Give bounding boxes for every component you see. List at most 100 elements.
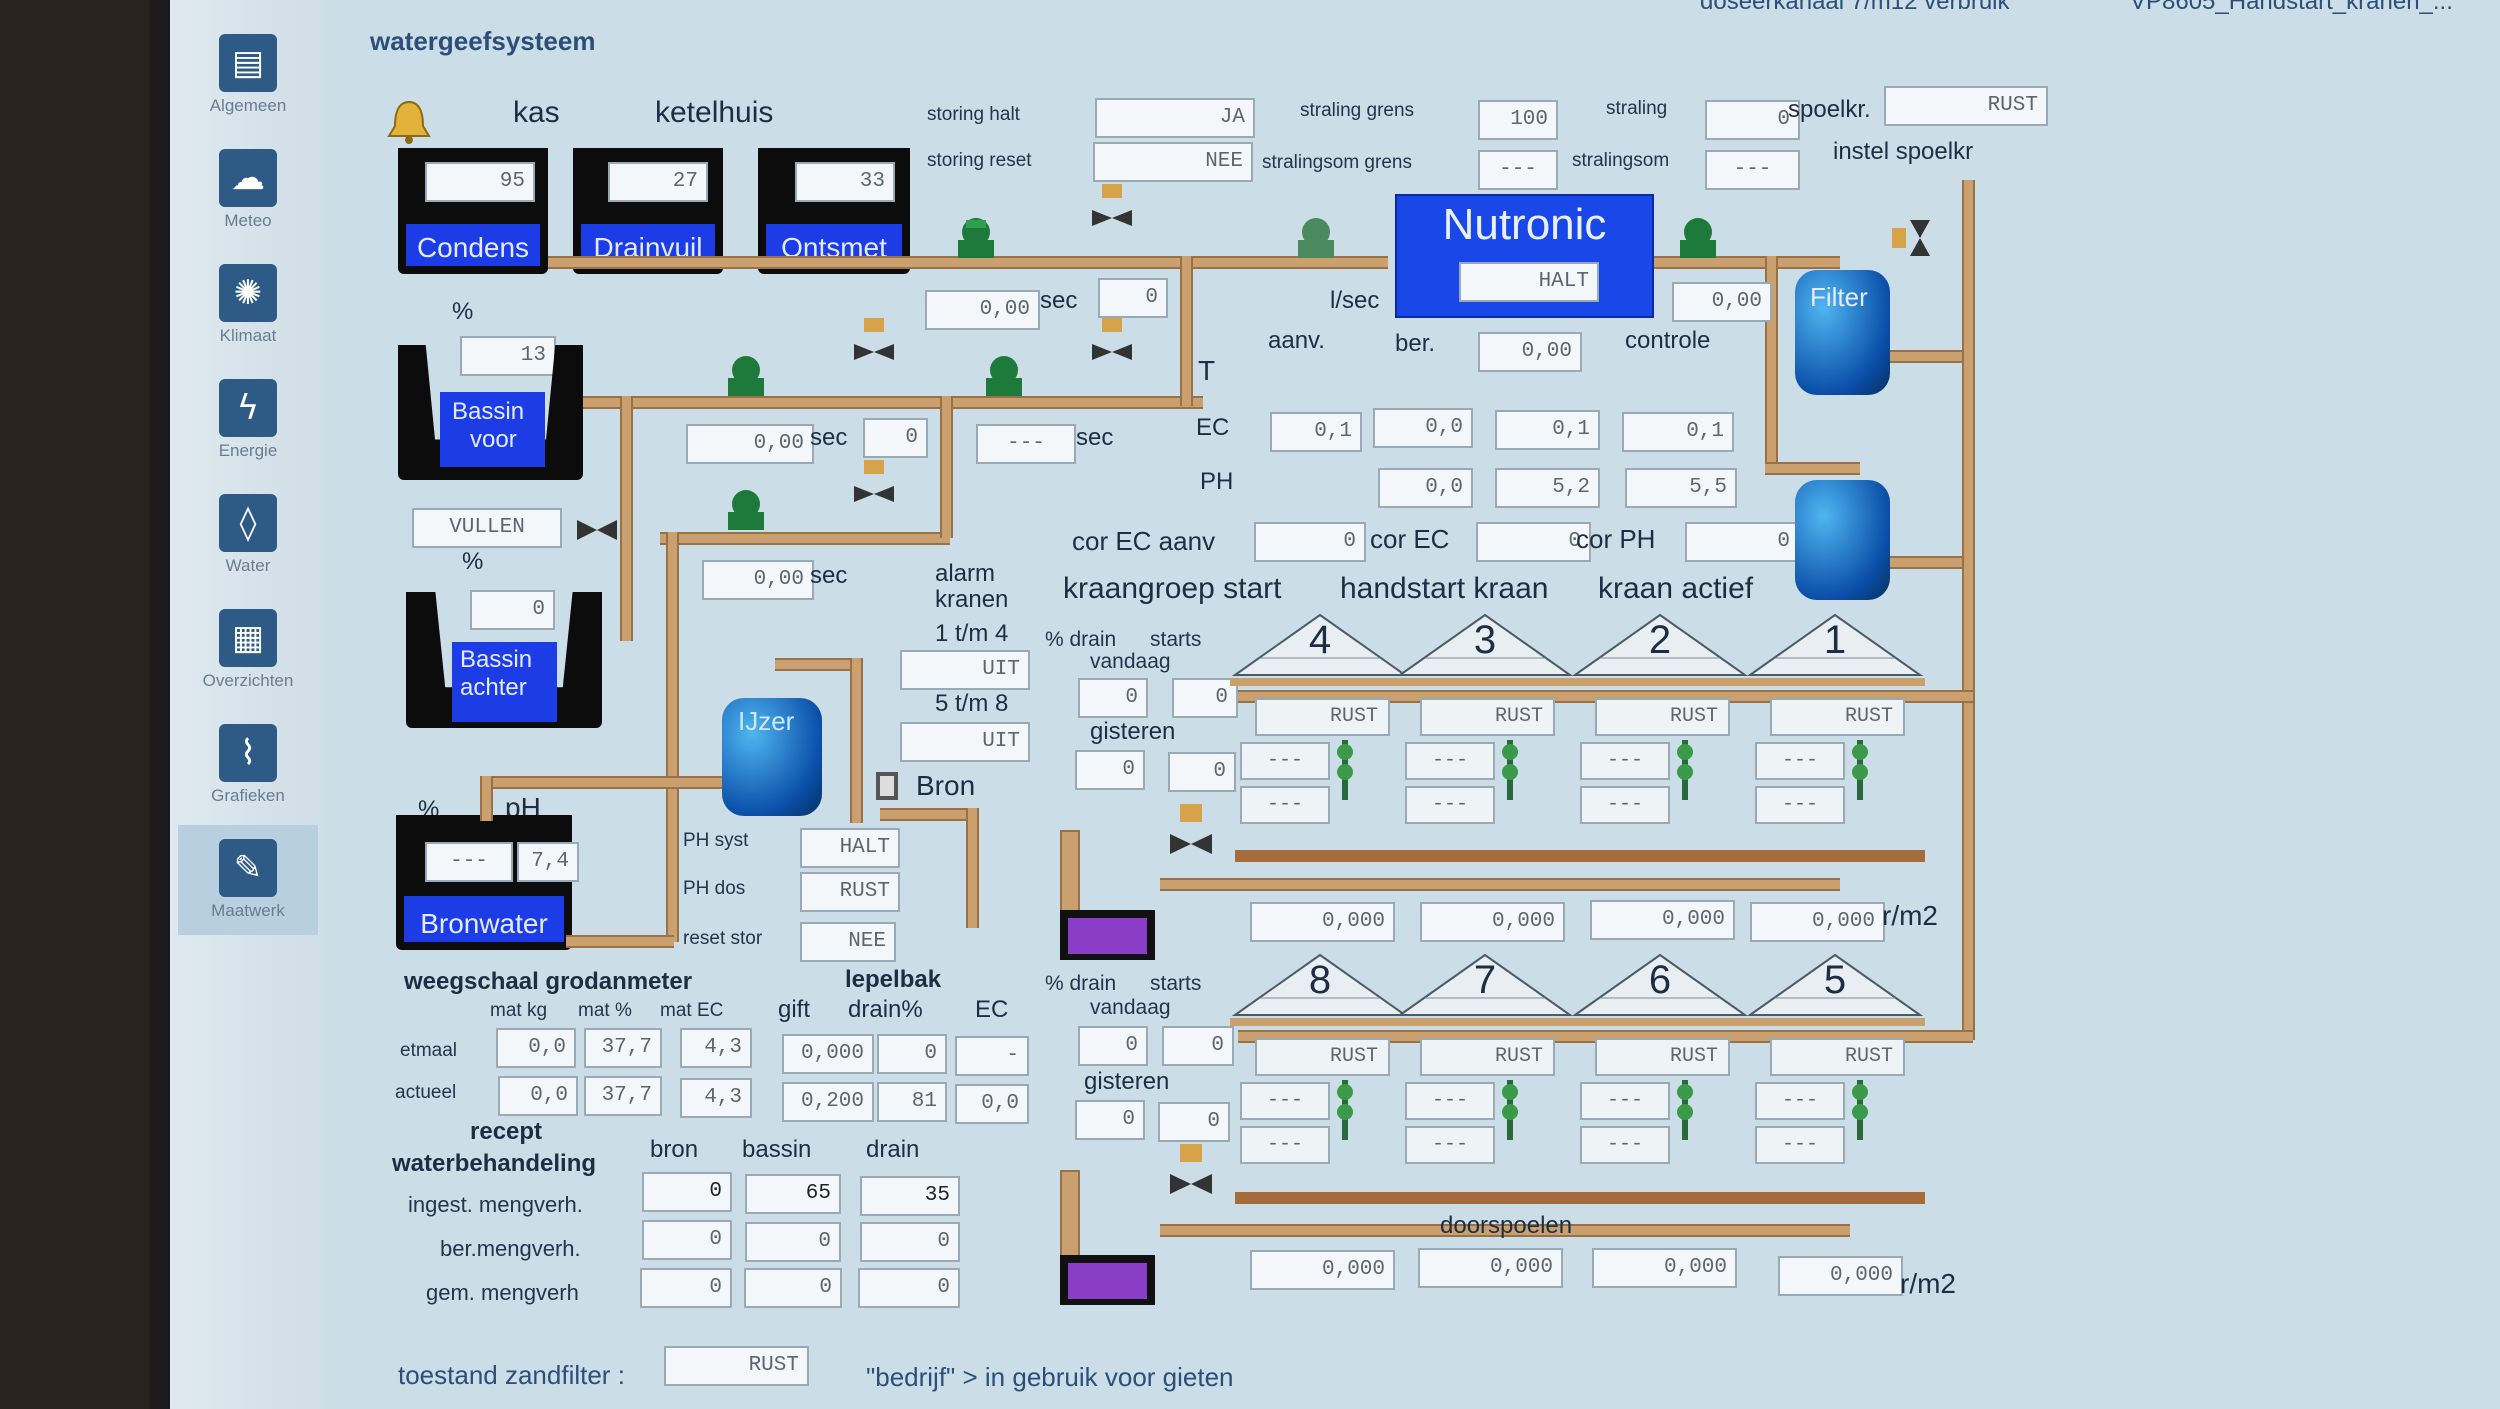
sidebar-item-meteo[interactable]: ☁ Meteo [178, 135, 318, 245]
greenhouse[interactable]: 5 RUST --- --- [1745, 950, 1925, 1220]
ph-field[interactable]: 5,2 [1495, 468, 1600, 508]
pump-station-bottom[interactable] [1060, 1170, 1155, 1305]
kraan-total-field[interactable]: 0,000 [1592, 1248, 1737, 1288]
valve-icon[interactable] [852, 318, 896, 362]
recept-drain-field[interactable]: 35 [860, 1176, 960, 1216]
greenhouse[interactable]: 7 RUST --- --- [1395, 950, 1575, 1220]
stralingsom-grens-field[interactable]: --- [1478, 150, 1558, 190]
kraan-field[interactable]: --- [1755, 1082, 1845, 1120]
kraan-field[interactable]: --- [1240, 742, 1330, 780]
greenhouse[interactable]: 4 RUST --- --- [1230, 610, 1410, 880]
nutronic-unit[interactable]: Nutronic HALT [1395, 194, 1654, 318]
pump-icon[interactable] [950, 212, 1002, 264]
kraan-field[interactable]: --- [1755, 1126, 1845, 1164]
ec-aanv-field[interactable]: 0,1 [1270, 412, 1362, 452]
ec-field[interactable]: 0,1 [1622, 412, 1734, 452]
drainvuil-level-field[interactable]: 27 [608, 162, 708, 202]
ec-field[interactable]: 0,1 [1495, 410, 1600, 450]
valve-icon[interactable] [1168, 1144, 1214, 1200]
valve-icon[interactable] [852, 460, 896, 504]
flow-field[interactable]: 0,00 [686, 424, 814, 464]
pump-icon[interactable] [1672, 212, 1724, 264]
pump-icon[interactable] [720, 484, 772, 536]
starts-vandaag-field[interactable]: 0 [1172, 678, 1238, 718]
pump-icon[interactable] [872, 768, 904, 804]
kraan-total-field[interactable]: 0,000 [1420, 902, 1565, 942]
kraan-field[interactable]: --- [1240, 1126, 1330, 1164]
drain-gisteren-field[interactable]: 0 [1075, 1100, 1145, 1140]
alarm-1-4-field[interactable]: UIT [900, 650, 1030, 690]
pump-station-top[interactable] [1060, 830, 1155, 960]
recept-bassin-field[interactable]: 65 [745, 1174, 841, 1214]
stralingsom-field[interactable]: --- [1705, 150, 1800, 190]
kraan-status-field[interactable]: RUST [1595, 1038, 1730, 1076]
kraan-status-field[interactable]: RUST [1770, 1038, 1905, 1076]
zandfilter-field[interactable]: RUST [664, 1346, 809, 1386]
kraan-total-field[interactable]: 0,000 [1750, 902, 1885, 942]
kraan-status-field[interactable]: RUST [1770, 698, 1905, 736]
ph-syst-field[interactable]: HALT [800, 828, 900, 868]
flow-field[interactable]: 0,00 [702, 560, 814, 600]
kraan-field[interactable]: --- [1755, 742, 1845, 780]
greenhouse[interactable]: 2 RUST --- --- [1570, 610, 1750, 880]
kraan-status-field[interactable]: RUST [1255, 698, 1390, 736]
straling-field[interactable]: 0 [1705, 100, 1800, 140]
bassin-voor-level-field[interactable]: 13 [460, 336, 556, 376]
valve-icon[interactable] [1168, 804, 1214, 860]
sidebar-item-algemeen[interactable]: ▤ Algemeen [178, 20, 318, 130]
ec-ber-field[interactable]: 0,0 [1373, 408, 1473, 448]
sidebar-item-energie[interactable]: ϟ Energie [178, 365, 318, 475]
bronwater-level-field[interactable]: --- [425, 842, 513, 882]
kraan-field[interactable]: --- [1405, 786, 1495, 824]
valve-icon[interactable] [575, 508, 619, 552]
kraan-total-field[interactable]: 0,000 [1250, 1250, 1395, 1290]
ph-ber-field[interactable]: 0,0 [1378, 468, 1473, 508]
starts-gisteren-field[interactable]: 0 [1168, 752, 1236, 792]
valve-icon[interactable] [1090, 184, 1134, 228]
starts-vandaag-field[interactable]: 0 [1162, 1026, 1234, 1066]
flow-field[interactable]: 0 [1098, 278, 1168, 318]
storing-halt-select[interactable]: JA [1095, 98, 1255, 138]
cor-ec-aanv-field[interactable]: 0 [1254, 522, 1366, 562]
kraan-field[interactable]: --- [1405, 1082, 1495, 1120]
sidebar-item-klimaat[interactable]: ✺ Klimaat [178, 250, 318, 360]
kraan-field[interactable]: --- [1580, 1082, 1670, 1120]
flow-field[interactable]: 0 [863, 418, 928, 458]
sidebar-item-water[interactable]: ◊ Water [178, 480, 318, 590]
greenhouse[interactable]: 1 RUST --- --- [1745, 610, 1925, 880]
kraan-status-field[interactable]: RUST [1420, 698, 1555, 736]
recept-bron-field[interactable]: 0 [642, 1172, 732, 1212]
ontsmet-level-field[interactable]: 33 [795, 162, 895, 202]
kraan-status-field[interactable]: RUST [1255, 1038, 1390, 1076]
kraan-field[interactable]: --- [1240, 1082, 1330, 1120]
nutronic-status-field[interactable]: HALT [1459, 262, 1599, 302]
sidebar-item-overzichten[interactable]: ▦ Overzichten [178, 595, 318, 705]
tank-icon[interactable] [1795, 480, 1890, 600]
kraan-field[interactable]: --- [1755, 786, 1845, 824]
bell-icon[interactable] [385, 98, 433, 146]
cor-ec-field[interactable]: 0 [1476, 522, 1591, 562]
kraan-total-field[interactable]: 0,000 [1778, 1256, 1903, 1296]
straling-grens-field[interactable]: 100 [1478, 100, 1558, 140]
sidebar-item-maatwerk[interactable]: ✎ Maatwerk [178, 825, 318, 935]
valve-icon[interactable] [1890, 216, 1934, 260]
kraan-total-field[interactable]: 0,000 [1590, 900, 1735, 940]
kraan-field[interactable]: --- [1405, 1126, 1495, 1164]
controle-field[interactable]: 0,00 [1672, 282, 1772, 322]
kraan-status-field[interactable]: RUST [1595, 698, 1730, 736]
ph-field[interactable]: 5,5 [1625, 468, 1737, 508]
greenhouse[interactable]: 8 RUST --- --- [1230, 950, 1410, 1220]
drain-gisteren-field[interactable]: 0 [1075, 750, 1145, 790]
kraan-field[interactable]: --- [1580, 786, 1670, 824]
alarm-5-8-field[interactable]: UIT [900, 722, 1030, 762]
starts-gisteren-field[interactable]: 0 [1158, 1102, 1230, 1142]
kraan-field[interactable]: --- [1580, 742, 1670, 780]
bassin-achter-level-field[interactable]: 0 [470, 590, 555, 630]
spoelkr-field[interactable]: RUST [1884, 86, 2048, 126]
condens-level-field[interactable]: 95 [425, 162, 535, 202]
kraan-total-field[interactable]: 0,000 [1418, 1248, 1563, 1288]
kraan-total-field[interactable]: 0,000 [1250, 902, 1395, 942]
greenhouse[interactable]: 6 RUST --- --- [1570, 950, 1750, 1220]
pump-icon[interactable] [720, 350, 772, 402]
cor-ph-field[interactable]: 0 [1685, 522, 1800, 562]
